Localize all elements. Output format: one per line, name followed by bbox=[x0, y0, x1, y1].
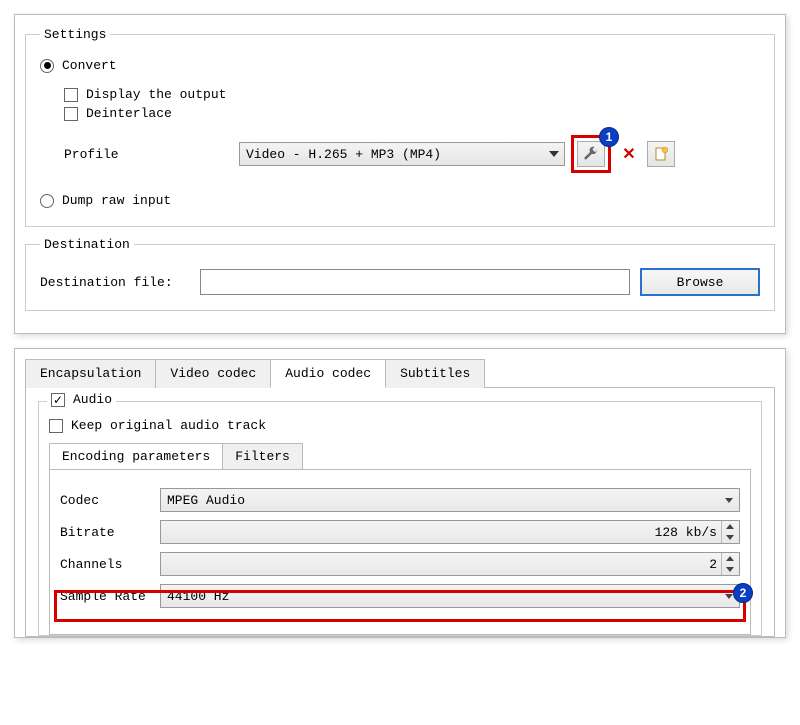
channels-value: 2 bbox=[709, 557, 717, 572]
destination-row: Destination file: Browse bbox=[40, 268, 760, 296]
close-icon: ✕ bbox=[622, 144, 635, 164]
subtab-filters[interactable]: Filters bbox=[222, 443, 303, 469]
bitrate-label: Bitrate bbox=[60, 525, 160, 540]
codec-label: Codec bbox=[60, 493, 160, 508]
new-profile-button[interactable] bbox=[647, 141, 675, 167]
profile-dropdown[interactable]: Video - H.265 + MP3 (MP4) bbox=[239, 142, 565, 166]
wrench-icon bbox=[583, 146, 599, 162]
samplerate-label: Sample Rate bbox=[60, 589, 160, 604]
channels-spinner-buttons[interactable] bbox=[721, 553, 737, 575]
settings-legend: Settings bbox=[40, 27, 110, 42]
profile-editor-panel: Encapsulation Video codec Audio codec Su… bbox=[14, 348, 786, 638]
codec-row: Codec MPEG Audio bbox=[60, 488, 740, 512]
convert-label: Convert bbox=[62, 58, 117, 73]
browse-label: Browse bbox=[677, 275, 724, 290]
browse-button[interactable]: Browse bbox=[640, 268, 760, 296]
dump-raw-label: Dump raw input bbox=[62, 193, 171, 208]
profile-value: Video - H.265 + MP3 (MP4) bbox=[246, 147, 441, 162]
destination-file-label: Destination file: bbox=[40, 275, 200, 290]
keep-original-label: Keep original audio track bbox=[71, 418, 266, 433]
audio-codec-tab-body: Audio Keep original audio track Encoding… bbox=[25, 387, 775, 637]
destination-fieldset: Destination Destination file: Browse bbox=[25, 237, 775, 311]
samplerate-dropdown[interactable]: 44100 Hz bbox=[160, 584, 740, 608]
channels-spinner[interactable]: 2 bbox=[160, 552, 740, 576]
arrow-up-icon[interactable] bbox=[722, 521, 737, 532]
display-output-row[interactable]: Display the output bbox=[64, 87, 760, 102]
audio-subtabs: Encoding parameters Filters bbox=[49, 443, 751, 469]
encoding-params-body: Codec MPEG Audio Bitrate 128 kb/s bbox=[49, 469, 751, 635]
dump-raw-radio[interactable] bbox=[40, 194, 54, 208]
keep-original-row[interactable]: Keep original audio track bbox=[49, 418, 751, 433]
profile-row: Profile Video - H.265 + MP3 (MP4) 1 ✕ bbox=[64, 135, 760, 173]
audio-checkbox[interactable] bbox=[51, 393, 65, 407]
samplerate-value: 44100 Hz bbox=[167, 589, 229, 604]
arrow-down-icon[interactable] bbox=[722, 564, 737, 575]
bitrate-value: 128 kb/s bbox=[655, 525, 717, 540]
edit-profile-button[interactable] bbox=[577, 141, 605, 167]
arrow-down-icon[interactable] bbox=[722, 532, 737, 543]
delete-profile-button[interactable]: ✕ bbox=[615, 141, 643, 167]
annotation-badge-1: 1 bbox=[599, 127, 619, 147]
subtab-encoding[interactable]: Encoding parameters bbox=[49, 443, 223, 469]
dump-raw-row[interactable]: Dump raw input bbox=[40, 193, 760, 208]
audio-checkbox-row[interactable]: Audio bbox=[47, 392, 116, 407]
arrow-up-icon[interactable] bbox=[722, 553, 737, 564]
samplerate-row: Sample Rate 44100 Hz bbox=[60, 584, 740, 608]
audio-label: Audio bbox=[73, 392, 112, 407]
tab-video-codec[interactable]: Video codec bbox=[155, 359, 271, 388]
display-output-checkbox[interactable] bbox=[64, 88, 78, 102]
destination-legend: Destination bbox=[40, 237, 134, 252]
tab-audio-codec[interactable]: Audio codec bbox=[270, 359, 386, 388]
audio-group: Audio Keep original audio track Encoding… bbox=[38, 401, 762, 636]
bitrate-spinner-buttons[interactable] bbox=[721, 521, 737, 543]
chevron-down-icon bbox=[546, 143, 562, 165]
convert-radio-row[interactable]: Convert bbox=[40, 58, 760, 73]
channels-row: Channels 2 bbox=[60, 552, 740, 576]
bitrate-spinner[interactable]: 128 kb/s bbox=[160, 520, 740, 544]
deinterlace-checkbox[interactable] bbox=[64, 107, 78, 121]
codec-dropdown[interactable]: MPEG Audio bbox=[160, 488, 740, 512]
keep-original-checkbox[interactable] bbox=[49, 419, 63, 433]
annotation-highlight-1: 1 bbox=[571, 135, 611, 173]
chevron-down-icon bbox=[721, 585, 737, 607]
tab-subtitles[interactable]: Subtitles bbox=[385, 359, 485, 388]
settings-fieldset: Settings Convert Display the output Dein… bbox=[25, 27, 775, 227]
codec-value: MPEG Audio bbox=[167, 493, 245, 508]
destination-file-input[interactable] bbox=[200, 269, 630, 295]
profile-tabs: Encapsulation Video codec Audio codec Su… bbox=[25, 358, 775, 388]
profile-label: Profile bbox=[64, 147, 239, 162]
tab-encapsulation[interactable]: Encapsulation bbox=[25, 359, 156, 388]
channels-label: Channels bbox=[60, 557, 160, 572]
convert-radio[interactable] bbox=[40, 59, 54, 73]
bitrate-row: Bitrate 128 kb/s bbox=[60, 520, 740, 544]
chevron-down-icon bbox=[721, 489, 737, 511]
deinterlace-label: Deinterlace bbox=[86, 106, 172, 121]
new-file-icon bbox=[654, 147, 668, 161]
deinterlace-row[interactable]: Deinterlace bbox=[64, 106, 760, 121]
display-output-label: Display the output bbox=[86, 87, 226, 102]
convert-panel: Settings Convert Display the output Dein… bbox=[14, 14, 786, 334]
